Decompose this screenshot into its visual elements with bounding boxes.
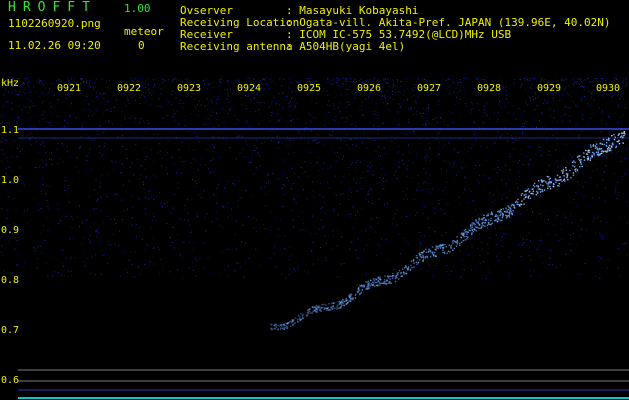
x-tick-0930: 0930 <box>596 83 620 94</box>
app-title: HROFFT <box>8 0 97 15</box>
app-version: 1.00 <box>124 2 151 15</box>
meteor-count: 0 <box>138 39 145 52</box>
x-tick-0922: 0922 <box>117 83 141 94</box>
y-tick-0.8: 0.8 <box>1 275 19 286</box>
antenna-label: Receiving antenna <box>180 40 293 53</box>
header-panel: HROFFT 1.00 1102260920.png meteor 11.02.… <box>0 0 629 76</box>
y-tick-0.7: 0.7 <box>1 325 19 336</box>
image-filename: 1102260920.png <box>8 17 101 30</box>
x-tick-0925: 0925 <box>297 83 321 94</box>
antenna-value: : A504HB(yagi 4el) <box>286 40 406 53</box>
x-tick-0929: 0929 <box>537 83 561 94</box>
y-unit-label: kHz <box>1 78 19 89</box>
y-tick-1.1: 1.1 <box>1 125 19 136</box>
y-tick-0.9: 0.9 <box>1 225 19 236</box>
x-tick-0923: 0923 <box>177 83 201 94</box>
x-tick-0927: 0927 <box>417 83 441 94</box>
x-tick-0924: 0924 <box>237 83 261 94</box>
x-tick-0921: 0921 <box>57 83 81 94</box>
x-tick-0928: 0928 <box>477 83 501 94</box>
y-tick-0.6: 0.6 <box>1 375 19 386</box>
y-tick-1.0: 1.0 <box>1 175 19 186</box>
meteor-label: meteor <box>124 25 164 38</box>
capture-datetime: 11.02.26 09:20 <box>8 39 101 52</box>
x-tick-0926: 0926 <box>357 83 381 94</box>
spectrogram-plot: kHz 0921 0922 0923 0924 0925 0926 0927 0… <box>0 76 629 400</box>
